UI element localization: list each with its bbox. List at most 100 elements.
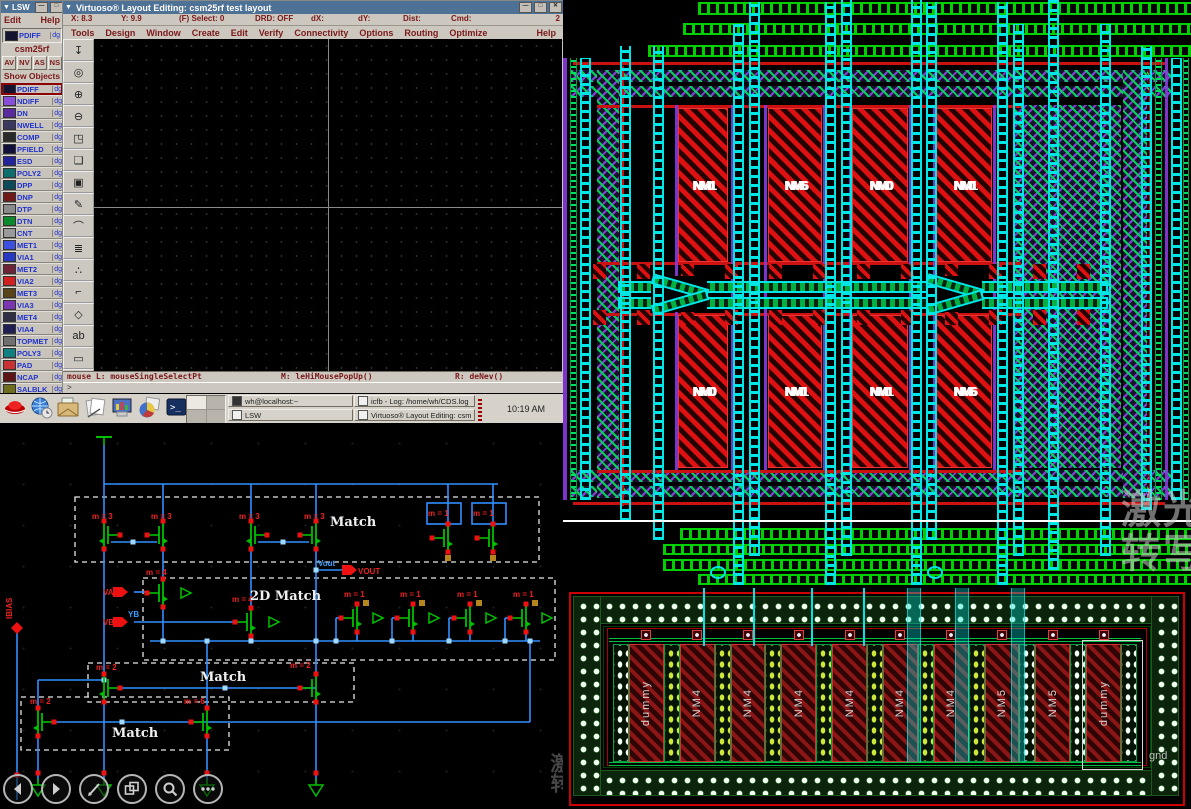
layer-row-via3[interactable]: VIA3dg: [1, 299, 63, 311]
office-icon[interactable]: [84, 396, 108, 422]
svg-text:m = 1: m = 1: [428, 509, 449, 518]
chart-icon[interactable]: [111, 396, 135, 422]
pencil-icon[interactable]: ✎: [63, 193, 94, 215]
layer-row-ndiff[interactable]: NDIFFdg: [1, 95, 63, 107]
menu-item-design[interactable]: Design: [105, 28, 135, 38]
more-button[interactable]: [193, 774, 223, 804]
layer-row-dn[interactable]: DNdg: [1, 107, 63, 119]
menu-item-create[interactable]: Create: [192, 28, 220, 38]
zoom-button[interactable]: [155, 774, 185, 804]
window-menu-icon[interactable]: ▼: [65, 4, 72, 11]
minimize-icon[interactable]: —: [519, 2, 532, 13]
layer-row-pad[interactable]: PADdg: [1, 359, 63, 371]
workspace-3[interactable]: [187, 410, 206, 423]
dots-icon[interactable]: ∴: [63, 259, 94, 281]
arc-icon[interactable]: ⌒: [63, 215, 94, 237]
close-icon[interactable]: ✕: [549, 2, 562, 13]
menu-item-window[interactable]: Window: [146, 28, 180, 38]
layer-row-met3[interactable]: MET3dg: [1, 287, 63, 299]
menu-item-help[interactable]: Help: [536, 28, 556, 38]
lsw-button-as[interactable]: AS: [33, 56, 47, 70]
save-icon[interactable]: ↧: [63, 39, 94, 61]
layer-row-pfield[interactable]: PFIELDdg: [1, 143, 63, 155]
lsw-titlebar[interactable]: ▼ LSW — □: [1, 1, 63, 13]
via-stub: [1033, 310, 1046, 325]
maximize-icon[interactable]: □: [534, 2, 547, 13]
menu-item-verify[interactable]: Verify: [259, 28, 284, 38]
task-button[interactable]: LSW: [228, 409, 353, 421]
virtuoso-titlebar[interactable]: ▼ Virtuoso® Layout Editing: csm25rf test…: [63, 1, 564, 14]
layer-swatch: [3, 192, 16, 202]
workspace-2[interactable]: [207, 396, 226, 409]
layer-row-dpp[interactable]: DPPdg: [1, 179, 63, 191]
lsw-button-ns[interactable]: NS: [48, 56, 62, 70]
layer-swatch: [3, 84, 16, 94]
zoom-select-icon[interactable]: ◎: [63, 61, 94, 83]
layer-row-via1[interactable]: VIA1dg: [1, 251, 63, 263]
layout-canvas[interactable]: [94, 39, 562, 371]
polygon-icon[interactable]: ◇: [63, 303, 94, 325]
windows-button[interactable]: [117, 774, 147, 804]
layer-row-poly3[interactable]: POLY3dg: [1, 347, 63, 359]
virtuoso-window: ▼ Virtuoso® Layout Editing: csm25rf test…: [62, 0, 565, 395]
layer-row-via4[interactable]: VIA4dg: [1, 323, 63, 335]
workspace-4[interactable]: [207, 410, 226, 423]
lsw-menu-edit[interactable]: Edit: [4, 15, 21, 25]
layer-row-met2[interactable]: MET2dg: [1, 263, 63, 275]
mail-icon[interactable]: [57, 396, 81, 422]
layer-row-via2[interactable]: VIA2dg: [1, 275, 63, 287]
gate-contact: [1099, 630, 1109, 640]
layer-row-topmet[interactable]: TOPMETdg: [1, 335, 63, 347]
task-button[interactable]: wh@localhost:~: [228, 395, 353, 407]
workspace-1[interactable]: [187, 396, 206, 409]
back-button[interactable]: [3, 774, 33, 804]
metal-bus-vertical: [825, 2, 836, 585]
layer-row-met1[interactable]: MET1dg: [1, 239, 63, 251]
layer-row-met4[interactable]: MET4dg: [1, 311, 63, 323]
path-icon[interactable]: ⌐: [63, 281, 94, 303]
layer-row-pdiff[interactable]: PDIFFdg: [1, 83, 63, 95]
forward-button[interactable]: [41, 774, 71, 804]
layer-row-comp[interactable]: COMPdg: [1, 131, 63, 143]
layer-row-nwell[interactable]: NWELLdg: [1, 119, 63, 131]
layer-row-ncap[interactable]: NCAPdg: [1, 371, 63, 383]
menu-item-edit[interactable]: Edit: [231, 28, 248, 38]
instance-icon[interactable]: ≣: [63, 237, 94, 259]
layer-swatch: [3, 252, 16, 262]
redhat-icon[interactable]: [3, 396, 27, 422]
layer-row-dtp[interactable]: DTPdg: [1, 203, 63, 215]
command-prompt[interactable]: >: [63, 382, 562, 393]
layer-row-dtn[interactable]: DTNdg: [1, 215, 63, 227]
task-button[interactable]: Virtuoso® Layout Editing: csm25rf: [354, 409, 475, 421]
zoom-in-icon[interactable]: ⊕: [63, 83, 94, 105]
lsw-menu-help[interactable]: Help: [40, 15, 60, 25]
rect-icon[interactable]: ▭: [63, 347, 94, 369]
layer-row-dnp[interactable]: DNPdg: [1, 191, 63, 203]
window-menu-icon[interactable]: ▼: [3, 4, 10, 11]
lsw-button-nv[interactable]: NV: [17, 56, 31, 70]
layer-row-esd[interactable]: ESDdg: [1, 155, 63, 167]
minimize-icon[interactable]: —: [35, 2, 48, 13]
clock: 10:19 AM: [492, 394, 560, 424]
stretch-icon[interactable]: ◳: [63, 127, 94, 149]
browser-icon[interactable]: [30, 396, 54, 422]
menu-item-tools[interactable]: Tools: [71, 28, 94, 38]
zoom-out-icon[interactable]: ⊖: [63, 105, 94, 127]
workspace-pager[interactable]: [186, 395, 226, 424]
piechart-icon[interactable]: [138, 396, 162, 422]
lsw-button-av[interactable]: AV: [2, 56, 16, 70]
menu-item-routing[interactable]: Routing: [404, 28, 438, 38]
menu-item-optimize[interactable]: Optimize: [449, 28, 487, 38]
edit-button[interactable]: [79, 774, 109, 804]
layer-row-cnt[interactable]: CNTdg: [1, 227, 63, 239]
move-icon[interactable]: ▣: [63, 171, 94, 193]
menu-item-options[interactable]: Options: [359, 28, 393, 38]
menu-item-connectivity[interactable]: Connectivity: [294, 28, 348, 38]
lsw-current-layer[interactable]: PDIFF dg: [2, 28, 62, 43]
via-stub: [637, 310, 650, 325]
lsw-show-objects[interactable]: Show Objects: [1, 70, 63, 83]
label-icon[interactable]: ab: [63, 325, 94, 347]
layer-row-poly2[interactable]: POLY2dg: [1, 167, 63, 179]
task-button[interactable]: icfb - Log: /home/wh/CDS.log: [354, 395, 475, 407]
copy-icon[interactable]: ❏: [63, 149, 94, 171]
